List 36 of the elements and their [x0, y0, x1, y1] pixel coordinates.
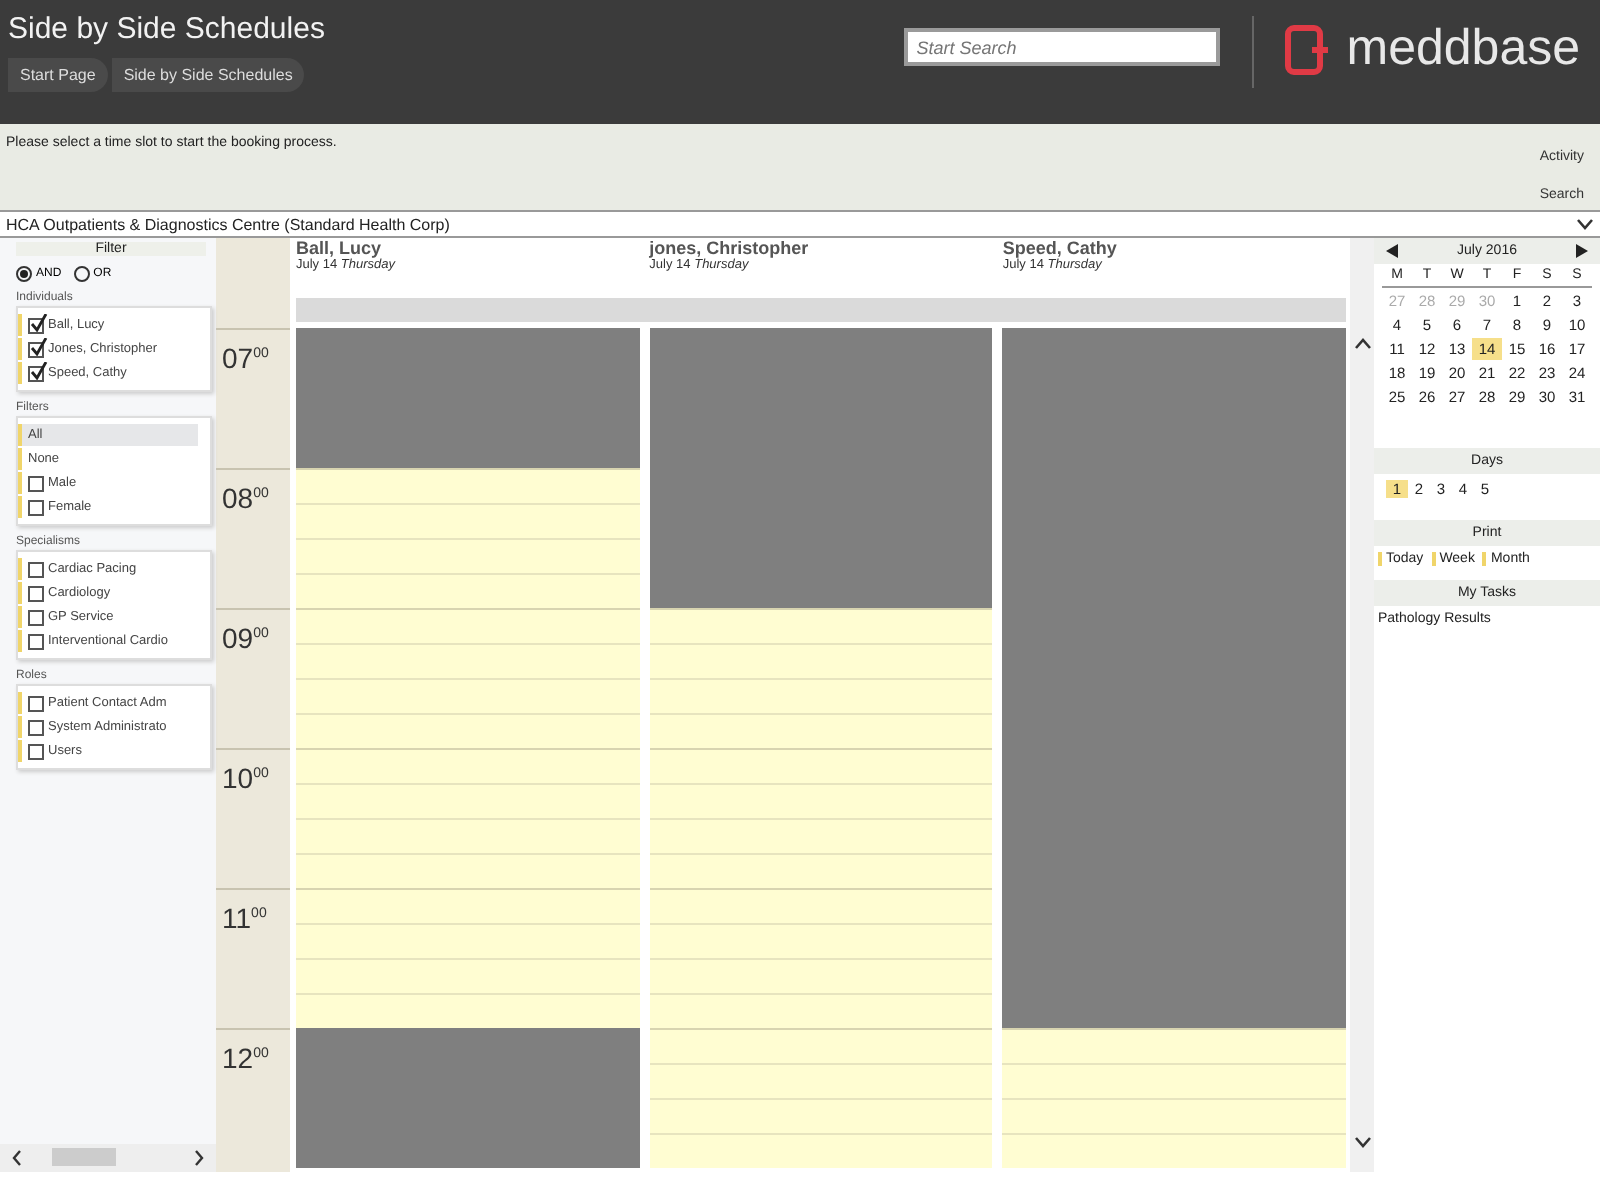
- practitioner-name: Ball, Lucy: [296, 238, 384, 258]
- checkbox[interactable]: [28, 365, 44, 381]
- checkbox[interactable]: [28, 585, 44, 601]
- horizontal-scrollbar[interactable]: [0, 1144, 216, 1172]
- checkbox[interactable]: [28, 695, 44, 711]
- hour-label: 10$^{00}$: [216, 748, 290, 888]
- scroll-down-icon[interactable]: [1353, 1136, 1371, 1148]
- scroll-left-icon[interactable]: [12, 1150, 22, 1166]
- scroll-right-icon[interactable]: [194, 1150, 204, 1166]
- location-dropdown[interactable]: HCA Outpatients & Diagnostics Centre (Standard Health Corp): [0, 210, 1600, 238]
- checkbox[interactable]: [28, 499, 44, 515]
- hour-label: 11$^{00}$: [216, 888, 290, 1028]
- hour-label: 12$^{00}$: [216, 1028, 290, 1168]
- scroll-up-icon[interactable]: [1353, 338, 1371, 350]
- practitioner-name: jones, Christopher: [649, 238, 811, 258]
- search-field[interactable]: Start Search: [904, 28, 1221, 66]
- chevron-down-icon: [1576, 218, 1594, 230]
- page-title: Side by Side Schedules: [8, 12, 327, 46]
- checkbox[interactable]: [28, 341, 44, 357]
- checkbox[interactable]: [28, 609, 44, 625]
- breadcrumb[interactable]: Start Page: [8, 58, 108, 92]
- checkbox[interactable]: [28, 633, 44, 649]
- previous-month-icon[interactable]: [1386, 244, 1398, 258]
- hour-label: 07$^{00}$: [216, 328, 290, 468]
- hour-label: 08$^{00}$: [216, 468, 290, 608]
- next-month-icon[interactable]: [1576, 244, 1588, 258]
- checkbox[interactable]: [28, 561, 44, 577]
- checkbox[interactable]: [28, 743, 44, 759]
- hour-label: 09$^{00}$: [216, 608, 290, 748]
- scroll-thumb[interactable]: [52, 1148, 116, 1166]
- checkbox[interactable]: [28, 317, 44, 333]
- logo-text: meddbase: [1346, 20, 1580, 78]
- checkbox[interactable]: [28, 719, 44, 735]
- checkbox[interactable]: [28, 475, 44, 491]
- breadcrumb[interactable]: Side by Side Schedules: [111, 58, 305, 92]
- practitioner-name: Speed, Cathy: [1002, 238, 1119, 258]
